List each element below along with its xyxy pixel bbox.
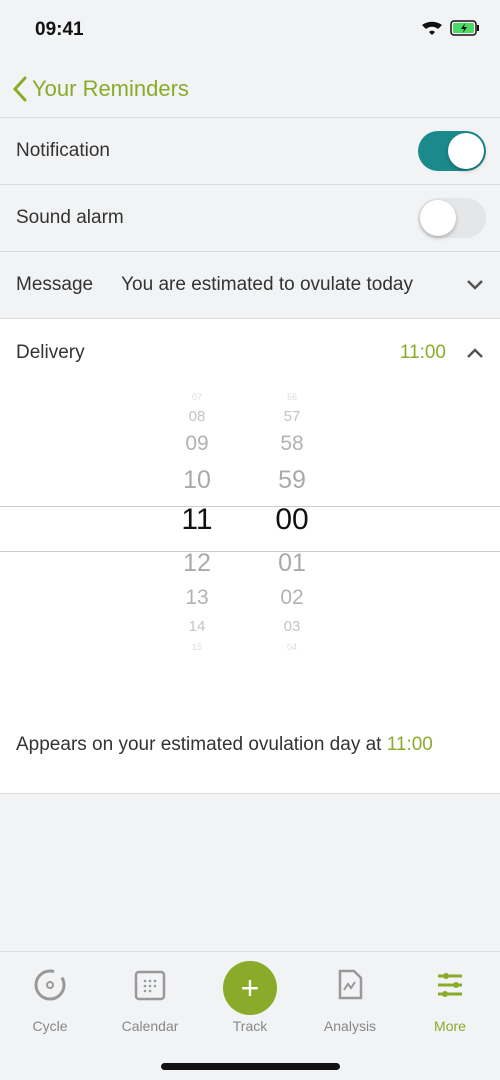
notification-label: Notification (16, 140, 110, 161)
picker-option[interactable]: 04 (252, 642, 332, 652)
chevron-left-icon (12, 76, 27, 101)
tab-cycle[interactable]: Cycle (0, 952, 100, 1034)
picker-option[interactable]: 11 (157, 503, 237, 537)
picker-option[interactable]: 01 (252, 549, 332, 578)
sound-alarm-toggle[interactable] (418, 198, 486, 238)
tab-track[interactable]: + Track (200, 952, 300, 1034)
notification-row: Notification (0, 118, 500, 185)
note-text: Appears on your estimated ovulation day … (16, 734, 387, 755)
picker-option[interactable]: 08 (157, 408, 237, 425)
message-row[interactable]: Message You are estimated to ovulate tod… (0, 252, 500, 319)
picker-option[interactable]: 59 (252, 466, 332, 495)
tab-label: Analysis (323, 1018, 377, 1034)
wifi-icon (422, 21, 442, 35)
back-label: Your Reminders (32, 75, 189, 101)
analysis-icon (338, 969, 363, 1000)
home-indicator (161, 1063, 340, 1070)
sound-alarm-label: Sound alarm (16, 207, 124, 228)
picker-option[interactable]: 00 (252, 503, 332, 537)
delivery-value: 11:00 (399, 341, 446, 363)
picker-option[interactable]: 13 (157, 586, 237, 610)
sound-alarm-row: Sound alarm (0, 185, 500, 252)
message-value: You are estimated to ovulate today (121, 274, 413, 295)
picker-option[interactable]: 15 (157, 642, 237, 652)
back-button[interactable]: Your Reminders (0, 60, 500, 118)
plus-icon: + (223, 960, 277, 1015)
notification-toggle[interactable] (418, 131, 486, 171)
tab-bar: Cycle Calendar + Track Analysis More (0, 951, 500, 1080)
tab-label: More (434, 1018, 466, 1034)
tab-more[interactable]: More (400, 952, 500, 1034)
message-label: Message (16, 274, 94, 295)
tab-analysis[interactable]: Analysis (300, 952, 400, 1034)
picker-option[interactable]: 07 (157, 392, 237, 402)
picker-option[interactable]: 03 (252, 618, 332, 635)
note-time: 11:00 (386, 734, 433, 755)
delivery-row[interactable]: Delivery 11:00 (0, 319, 500, 386)
picker-option[interactable]: 09 (157, 432, 237, 456)
tab-label: Track (232, 1018, 268, 1034)
picker-option[interactable]: 10 (157, 466, 237, 495)
picker-option[interactable]: 57 (252, 408, 332, 425)
picker-option[interactable]: 12 (157, 549, 237, 578)
status-bar: 09:41 (0, 0, 500, 60)
chevron-down-icon (467, 280, 483, 290)
delivery-note: Appears on your estimated ovulation day … (0, 706, 500, 794)
chevron-up-icon (467, 347, 483, 358)
delivery-label: Delivery (16, 341, 85, 363)
status-time: 09:41 (35, 19, 84, 40)
picker-option[interactable]: 02 (252, 586, 332, 610)
tab-calendar[interactable]: Calendar (100, 952, 200, 1034)
picker-option[interactable]: 56 (252, 392, 332, 402)
time-picker[interactable]: 07 08 09 10 11 12 13 14 15 56 57 58 59 00 01 02 03 04 (0, 386, 500, 706)
sliders-icon (438, 973, 462, 997)
tab-label: Cycle (32, 1018, 68, 1034)
picker-option[interactable]: 58 (252, 432, 332, 456)
battery-icon (450, 20, 479, 36)
tab-label: Calendar (121, 1018, 179, 1034)
picker-option[interactable]: 14 (157, 618, 237, 635)
cycle-icon (34, 969, 66, 1001)
calendar-icon (134, 970, 166, 1001)
